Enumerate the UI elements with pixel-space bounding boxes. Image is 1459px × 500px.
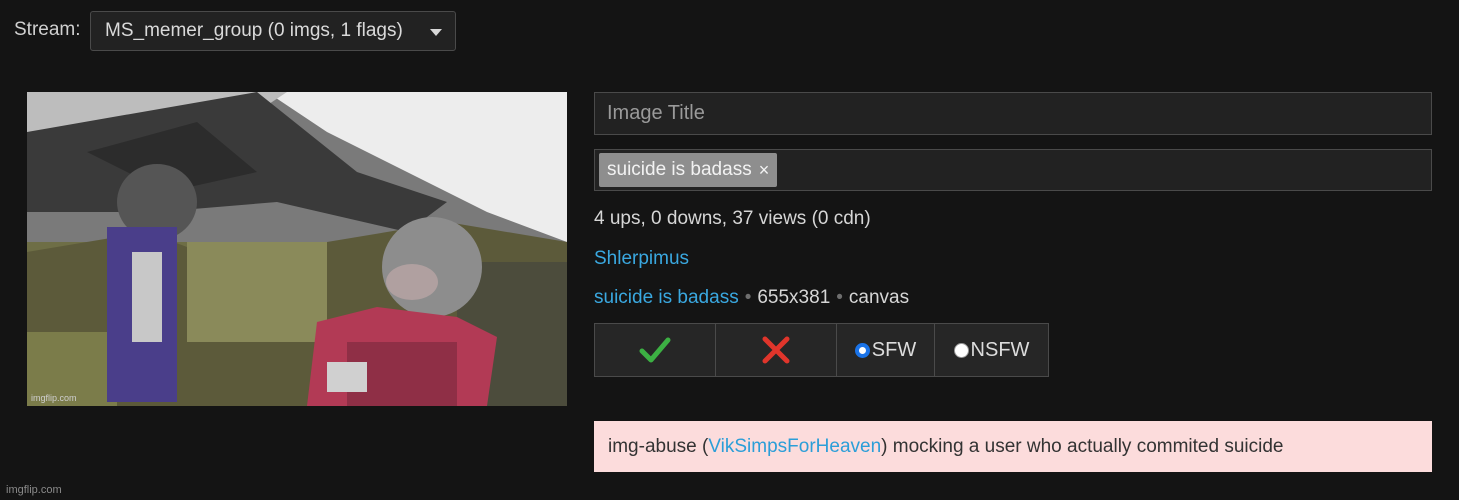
image-title-input[interactable] (594, 92, 1432, 135)
meta-separator: • (744, 287, 752, 308)
tag-chip-label: suicide is badass (607, 159, 752, 180)
nsfw-label: NSFW (970, 338, 1030, 361)
image-dimensions: 655x381 (757, 287, 831, 308)
image-stats: 4 ups, 0 downs, 37 views (0 cdn) (594, 208, 871, 229)
tag-link[interactable]: suicide is badass (594, 287, 739, 308)
image-watermark: imgflip.com (31, 393, 77, 403)
chevron-down-icon (430, 29, 442, 36)
cross-icon (762, 336, 790, 364)
stream-select[interactable]: MS_memer_group (0 imgs, 1 flags) (90, 11, 456, 51)
meta-separator: • (836, 287, 843, 308)
sfw-radio[interactable]: SFW (836, 323, 935, 377)
nsfw-radio[interactable]: NSFW (934, 323, 1049, 377)
sfw-label: SFW (871, 338, 917, 361)
flag-prefix: img-abuse ( (608, 435, 709, 457)
flag-user-link[interactable]: VikSimpsForHeaven (708, 436, 881, 458)
sfw-radio-circle[interactable] (854, 342, 870, 358)
image-type: canvas (848, 287, 910, 308)
stream-label: Stream: (14, 19, 81, 40)
tags-input[interactable]: suicide is badass × (594, 149, 1432, 191)
flag-reason: ) mocking a user who actually commited s… (881, 435, 1284, 457)
footer-watermark: imgflip.com (6, 484, 62, 496)
tag-chip: suicide is badass × (599, 153, 778, 187)
nsfw-radio-circle[interactable] (953, 342, 969, 358)
stream-select-value: MS_memer_group (0 imgs, 1 flags) (105, 20, 403, 41)
flag-notice: img-abuse (VikSimpsForHeaven) mocking a … (594, 421, 1432, 472)
author-link[interactable]: Shlerpimus (594, 248, 689, 270)
moderation-page: Stream: MS_memer_group (0 imgs, 1 flags) (0, 0, 1459, 500)
meme-image (27, 92, 567, 406)
check-icon (639, 337, 671, 363)
approve-button[interactable] (594, 323, 716, 377)
reject-button[interactable] (715, 323, 837, 377)
image-meta: suicide is badass • 655x381 • canvas (594, 287, 909, 309)
remove-tag-icon[interactable]: × (759, 160, 770, 181)
image-preview: imgflip.com (27, 92, 567, 406)
moderation-actions: SFW NSFW (594, 323, 1049, 377)
